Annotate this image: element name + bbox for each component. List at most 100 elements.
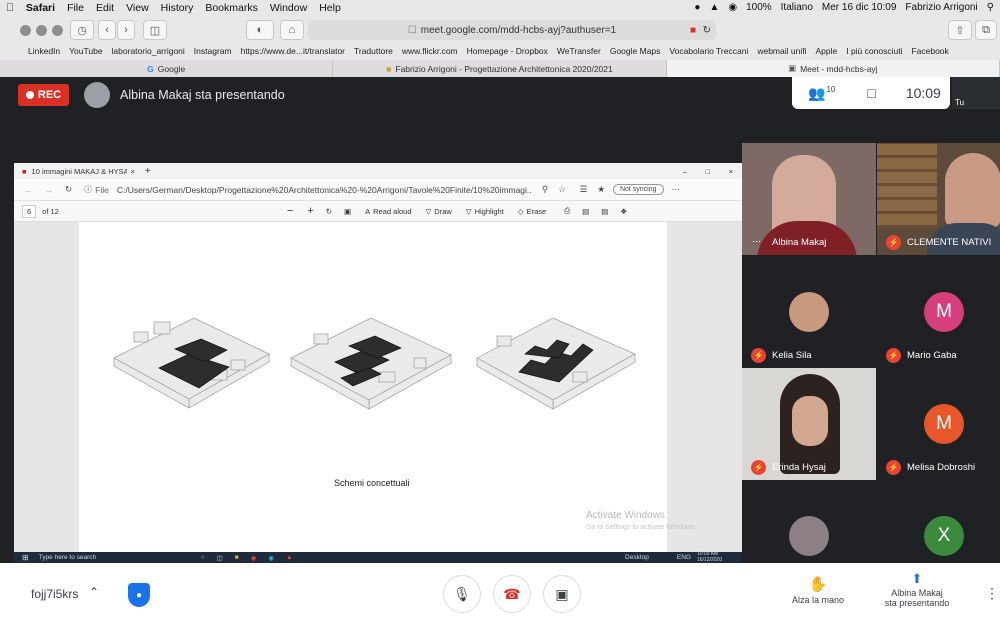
- close-icon[interactable]: ×: [729, 167, 733, 176]
- bookmark-item[interactable]: WeTransfer: [557, 46, 601, 56]
- chat-icon[interactable]: □: [867, 85, 875, 101]
- search-icon[interactable]: ⚲: [987, 2, 994, 13]
- refresh-icon[interactable]: ↻: [65, 184, 72, 195]
- participant-tile[interactable]: M ⚡ Melisa Dobroshi: [877, 368, 1000, 480]
- microphone-button[interactable]: 🎙: [443, 575, 481, 613]
- forward-icon[interactable]: →: [45, 185, 54, 195]
- pdf-viewport[interactable]: Schemi concettuali Activate Windows Go t…: [14, 222, 742, 552]
- raise-hand-button[interactable]: ✋ Alza la mano: [780, 575, 856, 605]
- menu-history[interactable]: History: [161, 2, 194, 14]
- favorites-bar-icon[interactable]: ★: [597, 184, 605, 195]
- erase-label[interactable]: Erase: [527, 207, 547, 216]
- read-aloud-icon[interactable]: A: [365, 207, 370, 216]
- participant-tile[interactable]: X: [877, 480, 1000, 563]
- zoom-window-button[interactable]: [52, 25, 63, 36]
- menu-view[interactable]: View: [126, 2, 149, 14]
- page-number-input[interactable]: 6: [22, 204, 37, 218]
- camera-button[interactable]: ▣: [543, 575, 581, 613]
- favorite-icon[interactable]: ☆: [558, 184, 566, 195]
- history-icon[interactable]: ◷: [70, 20, 94, 40]
- bookmark-item[interactable]: Homepage - Dropbox: [467, 46, 548, 56]
- chrome-icon[interactable]: ◉: [251, 554, 257, 562]
- task-view-icon[interactable]: ◫: [217, 554, 223, 562]
- menu-edit[interactable]: Edit: [96, 2, 114, 14]
- pin-icon[interactable]: ❖: [620, 207, 627, 216]
- participant-tile[interactable]: ⚡ Erinda Hysaj: [742, 368, 876, 480]
- forward-button[interactable]: ›: [117, 20, 135, 40]
- new-tab-icon[interactable]: +: [145, 166, 151, 177]
- bookmark-item[interactable]: YouTube: [69, 46, 102, 56]
- file-path[interactable]: C:/Users/German/Desktop/Progettazione%20…: [117, 185, 532, 195]
- menu-window[interactable]: Window: [270, 2, 307, 14]
- bookmark-item[interactable]: https://www.de...it/translator: [241, 46, 345, 56]
- draw-label[interactable]: Draw: [434, 207, 452, 216]
- menu-dots-icon[interactable]: ⋯: [752, 236, 761, 247]
- minimize-window-button[interactable]: [36, 25, 47, 36]
- participant-tile[interactable]: [742, 480, 876, 563]
- apple-menu-icon[interactable]: : [6, 2, 14, 14]
- bookmark-item[interactable]: LinkedIn: [28, 46, 60, 56]
- edge-tab-title[interactable]: 10 immagini MAKAJ & HYSAJ.p: [32, 167, 127, 176]
- bookmark-item[interactable]: Apple: [815, 46, 837, 56]
- zoom-out-icon[interactable]: −: [287, 205, 293, 217]
- app-menu[interactable]: Safari: [26, 2, 55, 14]
- save-icon[interactable]: ▤: [582, 207, 589, 216]
- back-icon[interactable]: ←: [24, 185, 33, 195]
- security-shield-icon[interactable]: ●: [128, 583, 150, 607]
- address-bar[interactable]: ☐ meet.google.com/mdd-hcbs-ayj?authuser=…: [308, 20, 716, 40]
- taskbar-clock[interactable]: 10:09 AM 16/12/2020: [697, 551, 722, 563]
- bookmark-item[interactable]: I più conosciuti: [846, 46, 902, 56]
- bookmark-item[interactable]: webmail unifi: [757, 46, 806, 56]
- windows-start-icon[interactable]: ⊞: [22, 553, 29, 562]
- tab-course[interactable]: ■ Fabrizio Arrigoni - Progettazione Arch…: [333, 60, 667, 77]
- bookmark-item[interactable]: www.flickr.com: [402, 46, 458, 56]
- bookmark-item[interactable]: Traduttore: [354, 46, 393, 56]
- restore-icon[interactable]: □: [705, 167, 710, 176]
- back-button[interactable]: ‹: [98, 20, 116, 40]
- more-options-icon[interactable]: ⋮: [985, 585, 999, 602]
- presenting-button[interactable]: ⬆ Albina Makaj sta presentando: [876, 571, 958, 608]
- language-label[interactable]: Italiano: [781, 2, 813, 13]
- zoom-in-icon[interactable]: +: [307, 205, 313, 217]
- acrobat-icon[interactable]: ▲: [286, 554, 292, 561]
- zoom-icon[interactable]: ⚲: [542, 184, 548, 195]
- bookmark-item[interactable]: Google Maps: [610, 46, 661, 56]
- explorer-icon[interactable]: ■: [235, 554, 239, 561]
- bookmark-item[interactable]: laboratorio_arrigoni: [112, 46, 185, 56]
- menu-file[interactable]: File: [67, 2, 84, 14]
- read-aloud-label[interactable]: Read aloud: [373, 207, 411, 216]
- close-tab-icon[interactable]: ×: [131, 167, 135, 176]
- bluetooth-icon[interactable]: ▲: [709, 2, 719, 13]
- sidebar-icon[interactable]: ◫: [143, 20, 167, 40]
- reload-icon[interactable]: ↻: [703, 25, 711, 36]
- participant-tile[interactable]: ⚡ Kelia Sila: [742, 256, 876, 368]
- leave-call-button[interactable]: ☎: [493, 575, 531, 613]
- edge-icon[interactable]: ◉: [268, 554, 274, 562]
- not-syncing-button[interactable]: Not syncing: [612, 184, 664, 195]
- wifi-icon[interactable]: ◉: [728, 2, 737, 13]
- desktop-label[interactable]: Desktop: [625, 554, 649, 561]
- camera-status-icon[interactable]: ●: [694, 2, 700, 13]
- cortana-icon[interactable]: ○: [201, 554, 205, 561]
- clock-label[interactable]: Mer 16 dic 10:09: [822, 2, 897, 13]
- more-icon[interactable]: ⋯: [672, 184, 681, 195]
- battery-label[interactable]: 100%: [746, 2, 772, 13]
- user-label[interactable]: Fabrizio Arrigoni: [905, 2, 977, 13]
- taskbar-search[interactable]: Type here to search: [39, 554, 189, 561]
- menu-help[interactable]: Help: [319, 2, 341, 14]
- bookmark-item[interactable]: Vocabolario Treccani: [669, 46, 748, 56]
- participant-tile[interactable]: M ⚡ Mario Gaba: [877, 256, 1000, 368]
- highlight-icon[interactable]: ▽: [466, 207, 472, 216]
- draw-icon[interactable]: ▽: [426, 207, 432, 216]
- meeting-code[interactable]: fojj7i5krs: [31, 587, 78, 601]
- tabs-overview-icon[interactable]: ⧉: [975, 20, 997, 40]
- self-view-thumbnail[interactable]: Tu: [952, 77, 1000, 109]
- erase-icon[interactable]: ◇: [518, 207, 524, 216]
- fit-page-icon[interactable]: ▣: [344, 207, 351, 216]
- highlight-label[interactable]: Highlight: [475, 207, 504, 216]
- tab-meet[interactable]: ▣ Meet - mdd-hcbs-ayj: [666, 60, 1000, 77]
- shield-icon[interactable]: ◐: [246, 20, 274, 40]
- print-icon[interactable]: ⎙: [564, 206, 570, 216]
- bookmark-item[interactable]: Facebook: [911, 46, 948, 56]
- people-icon[interactable]: 👥: [808, 85, 825, 102]
